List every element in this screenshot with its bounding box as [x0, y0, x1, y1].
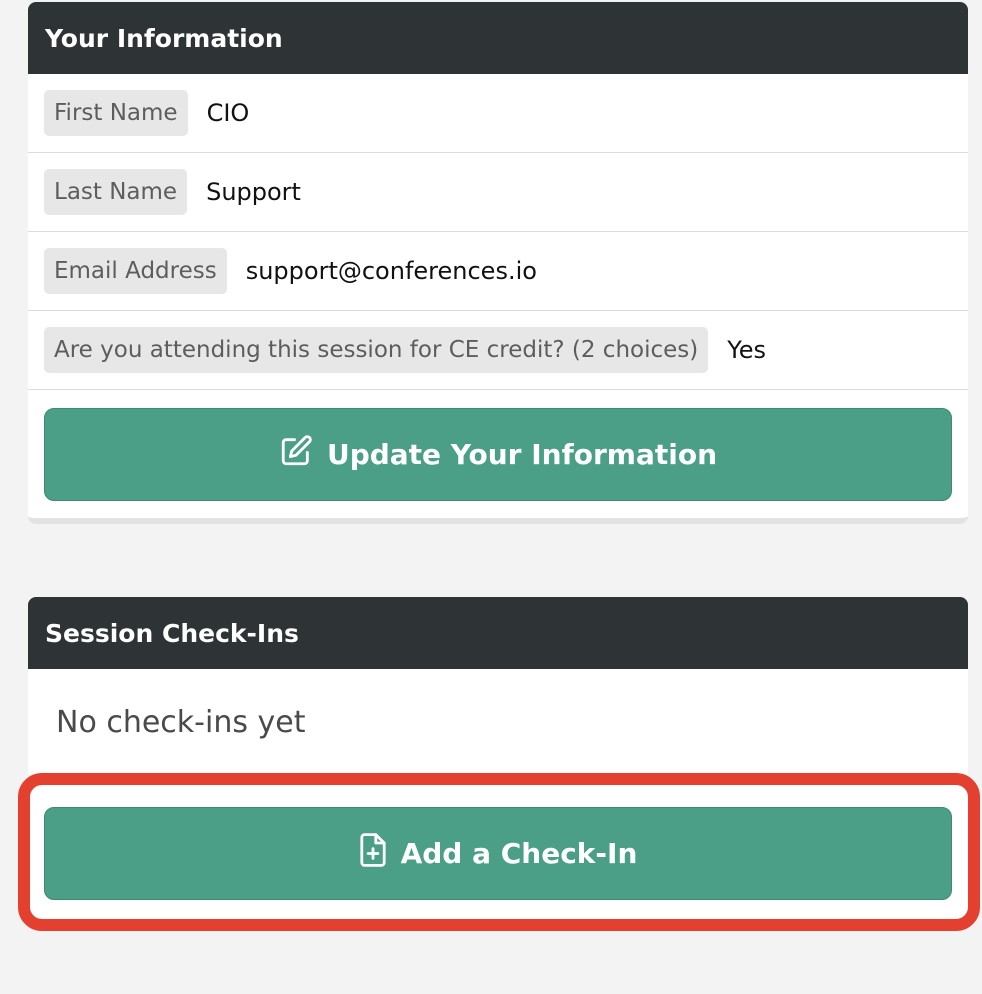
ce-credit-label: Are you attending this session for CE cr… — [44, 327, 709, 373]
edit-icon — [279, 434, 327, 475]
update-information-button[interactable]: Update Your Information — [44, 408, 952, 501]
update-information-label: Update Your Information — [326, 438, 718, 471]
email-address-row: Email Address support@conferences.io — [28, 232, 968, 311]
first-name-value: CIO — [206, 99, 250, 127]
session-checkins-title: Session Check-Ins — [45, 618, 299, 648]
your-information-card: Your Information First Name CIO Last Nam… — [28, 2, 968, 524]
email-address-label: Email Address — [44, 248, 227, 294]
your-information-title: Your Information — [45, 23, 283, 53]
last-name-row: Last Name Support — [28, 153, 968, 232]
last-name-label: Last Name — [44, 169, 188, 215]
your-information-header: Your Information — [28, 2, 968, 74]
session-checkins-header: Session Check-Ins — [28, 597, 968, 669]
file-plus-icon — [359, 833, 401, 874]
add-checkin-label: Add a Check-In — [400, 837, 638, 870]
ce-credit-value: Yes — [727, 336, 766, 364]
last-name-value: Support — [206, 178, 301, 206]
add-checkin-button[interactable]: Add a Check-In — [44, 807, 952, 900]
first-name-row: First Name CIO — [28, 74, 968, 153]
email-address-value: support@conferences.io — [245, 257, 537, 285]
no-checkins-message: No check-ins yet — [28, 669, 968, 775]
ce-credit-row: Are you attending this session for CE cr… — [28, 311, 968, 390]
first-name-label: First Name — [44, 90, 188, 136]
no-checkins-text: No check-ins yet — [56, 704, 306, 740]
